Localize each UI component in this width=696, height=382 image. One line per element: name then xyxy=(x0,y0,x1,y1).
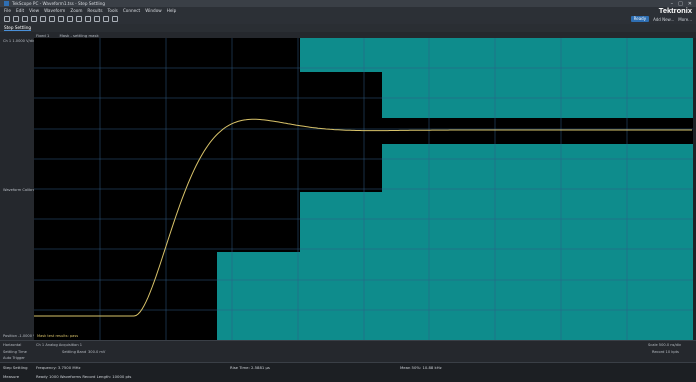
add-new-button[interactable]: Add New... xyxy=(653,17,674,22)
title-bar: TekScope PC - Waveform1.tss - Step Settl… xyxy=(0,0,696,7)
undo-icon[interactable] xyxy=(22,16,28,22)
marker-icon[interactable] xyxy=(103,16,109,22)
menu-bar: File Edit View Waveform Zoom Results Too… xyxy=(0,7,696,14)
snap-icon[interactable] xyxy=(112,16,118,22)
measure-label: Measure xyxy=(3,374,20,379)
mask-upper-right xyxy=(382,72,693,118)
redo-icon[interactable] xyxy=(31,16,37,22)
settling-band-value: 300.0 mV xyxy=(88,350,106,354)
acquisition-readout: Ready 1000 Waveforms Record Length: 1000… xyxy=(36,374,132,379)
channel-scale-label[interactable]: Ch 1 1.0000 V/div xyxy=(3,39,35,43)
tab-step-settling[interactable]: Step Settling xyxy=(4,25,32,31)
toolbar: Ready Add New... More... xyxy=(0,14,696,24)
open-icon[interactable] xyxy=(13,16,19,22)
sub-tab-mask[interactable]: Mask - settling mask xyxy=(59,33,98,38)
menu-file[interactable]: File xyxy=(4,8,11,13)
channel-acq-label: Ch 1 Analog Acquisition 1 xyxy=(36,343,83,347)
ready-button[interactable]: Ready xyxy=(630,16,650,22)
scale-readout: Scale 500.0 ns/div xyxy=(648,343,682,347)
mask-result-note: Mask test results: pass xyxy=(37,334,78,338)
bus-icon[interactable] xyxy=(94,16,100,22)
rise-time-readout: Rise Time: 2.5881 μs xyxy=(230,365,270,370)
settling-band-label: Settling Band xyxy=(62,350,87,354)
menu-zoom[interactable]: Zoom xyxy=(70,8,82,13)
results-bar: Step Settling Frequency: 3.7500 MHz Rise… xyxy=(0,362,696,382)
status-panel: Horizontal Ch 1 Analog Acquisition 1 Sca… xyxy=(0,340,696,363)
zoom-icon[interactable] xyxy=(49,16,55,22)
menu-edit[interactable]: Edit xyxy=(16,8,24,13)
measurement-name[interactable]: Step Settling xyxy=(3,365,28,370)
horizontal-label: Horizontal xyxy=(3,343,22,347)
plot-svg: Mask test results: pass xyxy=(34,38,693,340)
menu-window[interactable]: Window xyxy=(145,8,162,13)
new-icon[interactable] xyxy=(4,16,10,22)
measure-icon[interactable] xyxy=(58,16,64,22)
search-icon[interactable] xyxy=(67,16,73,22)
more-button[interactable]: More... xyxy=(678,17,692,22)
window-title: TekScope PC - Waveform1.tss - Step Settl… xyxy=(12,1,106,6)
waveform-plot[interactable]: Mask test results: pass xyxy=(34,38,693,340)
math-icon[interactable] xyxy=(76,16,82,22)
menu-waveform[interactable]: Waveform xyxy=(44,8,65,13)
record-readout: Record 10 kpts xyxy=(652,350,679,354)
mean-readout: Mean 50%: 10.88 kHz xyxy=(400,365,442,370)
mask-upper-left xyxy=(300,38,693,72)
mask-lower-left xyxy=(217,252,300,340)
sub-tab-fixed[interactable]: Fixed 1 xyxy=(36,33,49,38)
cursor-icon[interactable] xyxy=(40,16,46,22)
channel-position-label: Position -1.0000 V xyxy=(3,334,36,338)
mask-lower-right xyxy=(382,144,693,340)
menu-results[interactable]: Results xyxy=(87,8,102,13)
view-tab-strip: Step Settling xyxy=(0,24,696,32)
menu-help[interactable]: Help xyxy=(167,8,177,13)
menu-view[interactable]: View xyxy=(29,8,39,13)
mask-lower-mid xyxy=(300,192,382,340)
channel-panel: Ch 1 1.0000 V/div Waveform Calibration P… xyxy=(0,38,42,340)
auto-trigger-label: Auto Trigger xyxy=(3,356,25,360)
menu-tools[interactable]: Tools xyxy=(108,8,118,13)
settling-time-label: Settling Time xyxy=(3,350,27,354)
app-icon xyxy=(4,1,9,6)
frequency-readout: Frequency: 3.7500 MHz xyxy=(36,365,81,370)
toolbar-right: Ready Add New... More... xyxy=(630,16,692,22)
ref-icon[interactable] xyxy=(85,16,91,22)
menu-connect[interactable]: Connect xyxy=(123,8,140,13)
